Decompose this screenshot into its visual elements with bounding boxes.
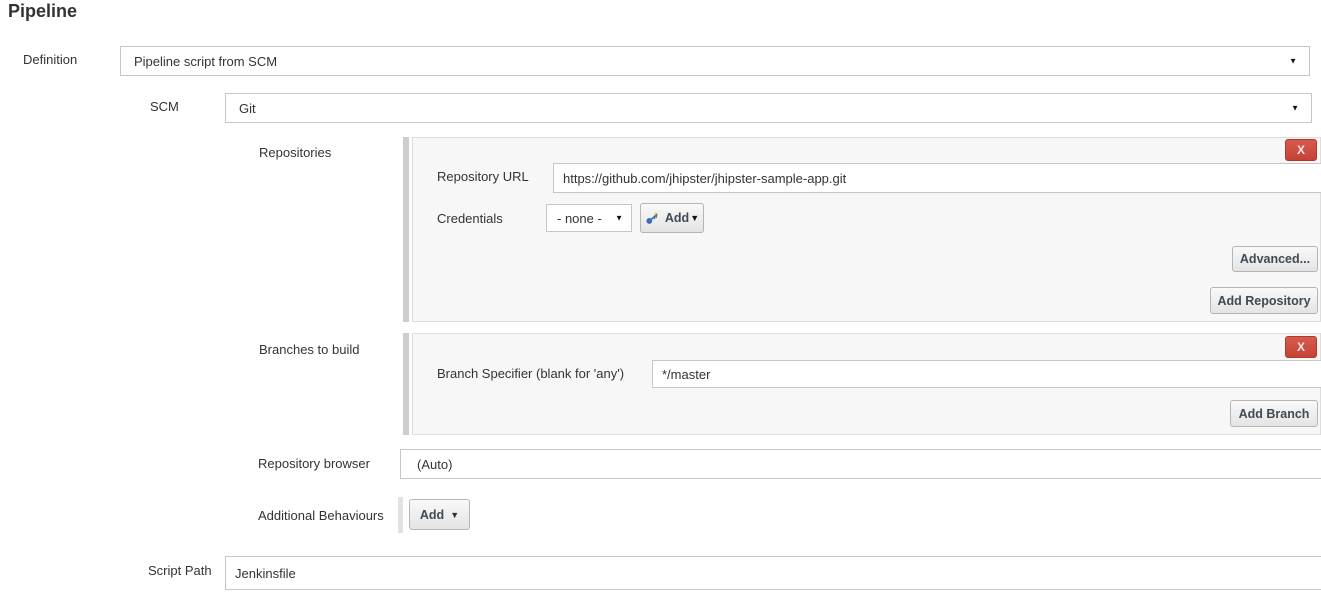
script-path-input[interactable] <box>225 556 1321 590</box>
add-repository-button[interactable]: Add Repository <box>1210 287 1318 314</box>
repository-drag-handle[interactable] <box>403 137 409 322</box>
definition-select-value: Pipeline script from SCM <box>134 54 277 69</box>
scm-label: SCM <box>150 99 179 114</box>
add-branch-button[interactable]: Add Branch <box>1230 400 1318 427</box>
credentials-select[interactable]: - none - ▼ <box>546 204 632 232</box>
chevron-down-icon: ▼ <box>615 214 623 223</box>
key-icon <box>645 211 660 226</box>
definition-select[interactable]: Pipeline script from SCM ▼ <box>120 46 1310 76</box>
chevron-down-icon: ▼ <box>690 213 699 223</box>
scm-select-value: Git <box>239 101 256 116</box>
add-credentials-label: Add <box>665 211 689 225</box>
credentials-label: Credentials <box>437 211 503 226</box>
behaviours-drag-handle <box>398 497 403 533</box>
page-title: Pipeline <box>8 1 77 22</box>
additional-behaviours-label: Additional Behaviours <box>258 508 384 523</box>
branch-specifier-label: Branch Specifier (blank for 'any') <box>437 366 624 381</box>
chevron-down-icon: ▼ <box>1289 57 1297 66</box>
repository-browser-select[interactable]: (Auto) ▼ <box>400 449 1321 479</box>
repository-url-label: Repository URL <box>437 169 529 184</box>
branches-to-build-label: Branches to build <box>259 342 359 357</box>
repositories-label: Repositories <box>259 145 331 160</box>
scm-select[interactable]: Git ▼ <box>225 93 1312 123</box>
add-credentials-button[interactable]: Add ▼ <box>640 203 704 233</box>
add-behaviour-label: Add <box>420 508 444 522</box>
definition-label: Definition <box>23 52 77 67</box>
chevron-down-icon: ▼ <box>450 510 459 520</box>
branch-drag-handle[interactable] <box>403 333 409 435</box>
chevron-down-icon: ▼ <box>1291 104 1299 113</box>
delete-repository-button[interactable]: X <box>1285 139 1317 161</box>
pipeline-config-page: Pipeline Definition Pipeline script from… <box>0 0 1321 593</box>
repository-url-input[interactable] <box>553 163 1321 193</box>
advanced-button[interactable]: Advanced... <box>1232 246 1318 272</box>
script-path-label: Script Path <box>148 563 212 578</box>
add-behaviour-button[interactable]: Add ▼ <box>409 499 470 530</box>
credentials-select-value: - none - <box>557 211 602 226</box>
branch-specifier-input[interactable] <box>652 360 1321 388</box>
delete-branch-button[interactable]: X <box>1285 336 1317 358</box>
repository-browser-label: Repository browser <box>258 456 370 471</box>
repository-browser-select-value: (Auto) <box>417 457 452 472</box>
